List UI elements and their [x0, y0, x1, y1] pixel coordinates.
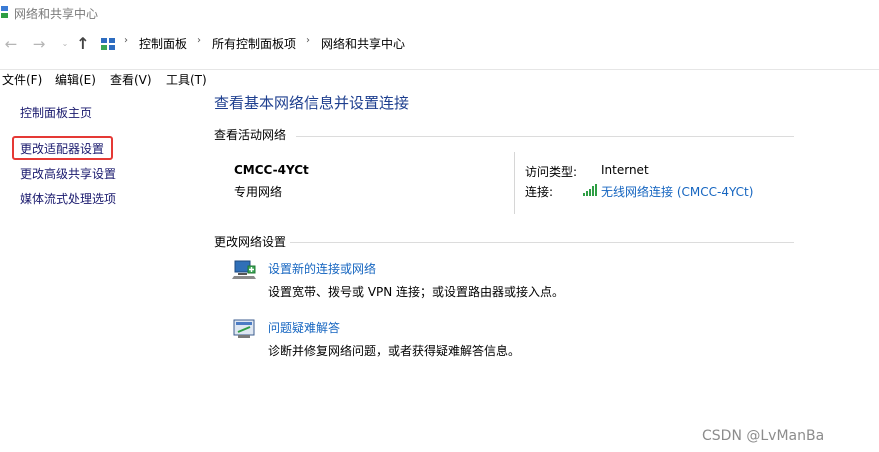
breadcrumb-separator[interactable]: › — [197, 35, 201, 46]
access-type-label: 访问类型: — [525, 165, 578, 179]
section-heading-active-networks: 查看活动网络 — [214, 128, 287, 142]
section-divider — [296, 136, 794, 137]
control-panel-icon — [101, 38, 115, 50]
breadcrumb-control-panel[interactable]: 控制面板 — [139, 35, 187, 52]
troubleshoot-icon — [233, 319, 255, 338]
troubleshoot-description: 诊断并修复网络问题，或者获得疑难解答信息。 — [268, 344, 521, 358]
network-name: CMCC-4YCt — [234, 163, 309, 177]
title-bar: 网络和共享中心 — [0, 0, 879, 26]
up-arrow-icon[interactable]: ↑ — [74, 34, 92, 54]
recent-locations-chevron-icon[interactable]: ⌄ — [56, 34, 74, 54]
wifi-connection-link[interactable]: 无线网络连接 (CMCC-4YCt) — [601, 183, 753, 200]
setup-new-connection-description: 设置宽带、拨号或 VPN 连接；或设置路由器或接入点。 — [268, 285, 565, 299]
breadcrumb-separator[interactable]: › — [124, 35, 128, 46]
vertical-divider — [514, 152, 515, 214]
menu-edit[interactable]: 编辑(E) — [55, 71, 96, 88]
navigation-bar: ← → ⌄ ↑ › 控制面板 › 所有控制面板项 › 网络和共享中心 — [0, 28, 879, 60]
new-connection-icon — [232, 260, 256, 279]
troubleshoot-link[interactable]: 问题疑难解答 — [268, 319, 340, 336]
back-arrow-icon[interactable]: ← — [2, 34, 20, 54]
section-divider — [290, 242, 794, 243]
menu-file[interactable]: 文件(F) — [2, 71, 42, 88]
breadcrumb-network-center[interactable]: 网络和共享中心 — [321, 35, 405, 52]
page-title: 查看基本网络信息并设置连接 — [214, 94, 410, 112]
sidebar-item-change-adapter-settings[interactable]: 更改适配器设置 — [20, 140, 104, 157]
breadcrumb-separator[interactable]: › — [306, 35, 310, 46]
network-type: 专用网络 — [234, 185, 283, 199]
watermark: CSDN @LvManBa — [702, 428, 825, 444]
breadcrumb-all-items[interactable]: 所有控制面板项 — [212, 35, 296, 52]
section-heading-change-settings: 更改网络设置 — [214, 235, 287, 249]
sidebar-item-media-streaming[interactable]: 媒体流式处理选项 — [20, 190, 116, 207]
window-title: 网络和共享中心 — [14, 7, 99, 21]
forward-arrow-icon[interactable]: → — [30, 34, 48, 54]
connection-label: 连接: — [525, 185, 554, 199]
access-type-value: Internet — [601, 163, 649, 177]
menu-bar: 文件(F) 编辑(E) 查看(V) 工具(T) — [0, 69, 879, 87]
menu-tools[interactable]: 工具(T) — [166, 71, 207, 88]
sidebar-item-advanced-sharing[interactable]: 更改高级共享设置 — [20, 165, 116, 182]
setup-new-connection-link[interactable]: 设置新的连接或网络 — [268, 260, 376, 277]
menu-view[interactable]: 查看(V) — [110, 71, 152, 88]
network-center-icon — [1, 6, 8, 18]
wifi-signal-icon — [583, 184, 597, 196]
sidebar-item-control-panel-home[interactable]: 控制面板主页 — [20, 104, 92, 121]
